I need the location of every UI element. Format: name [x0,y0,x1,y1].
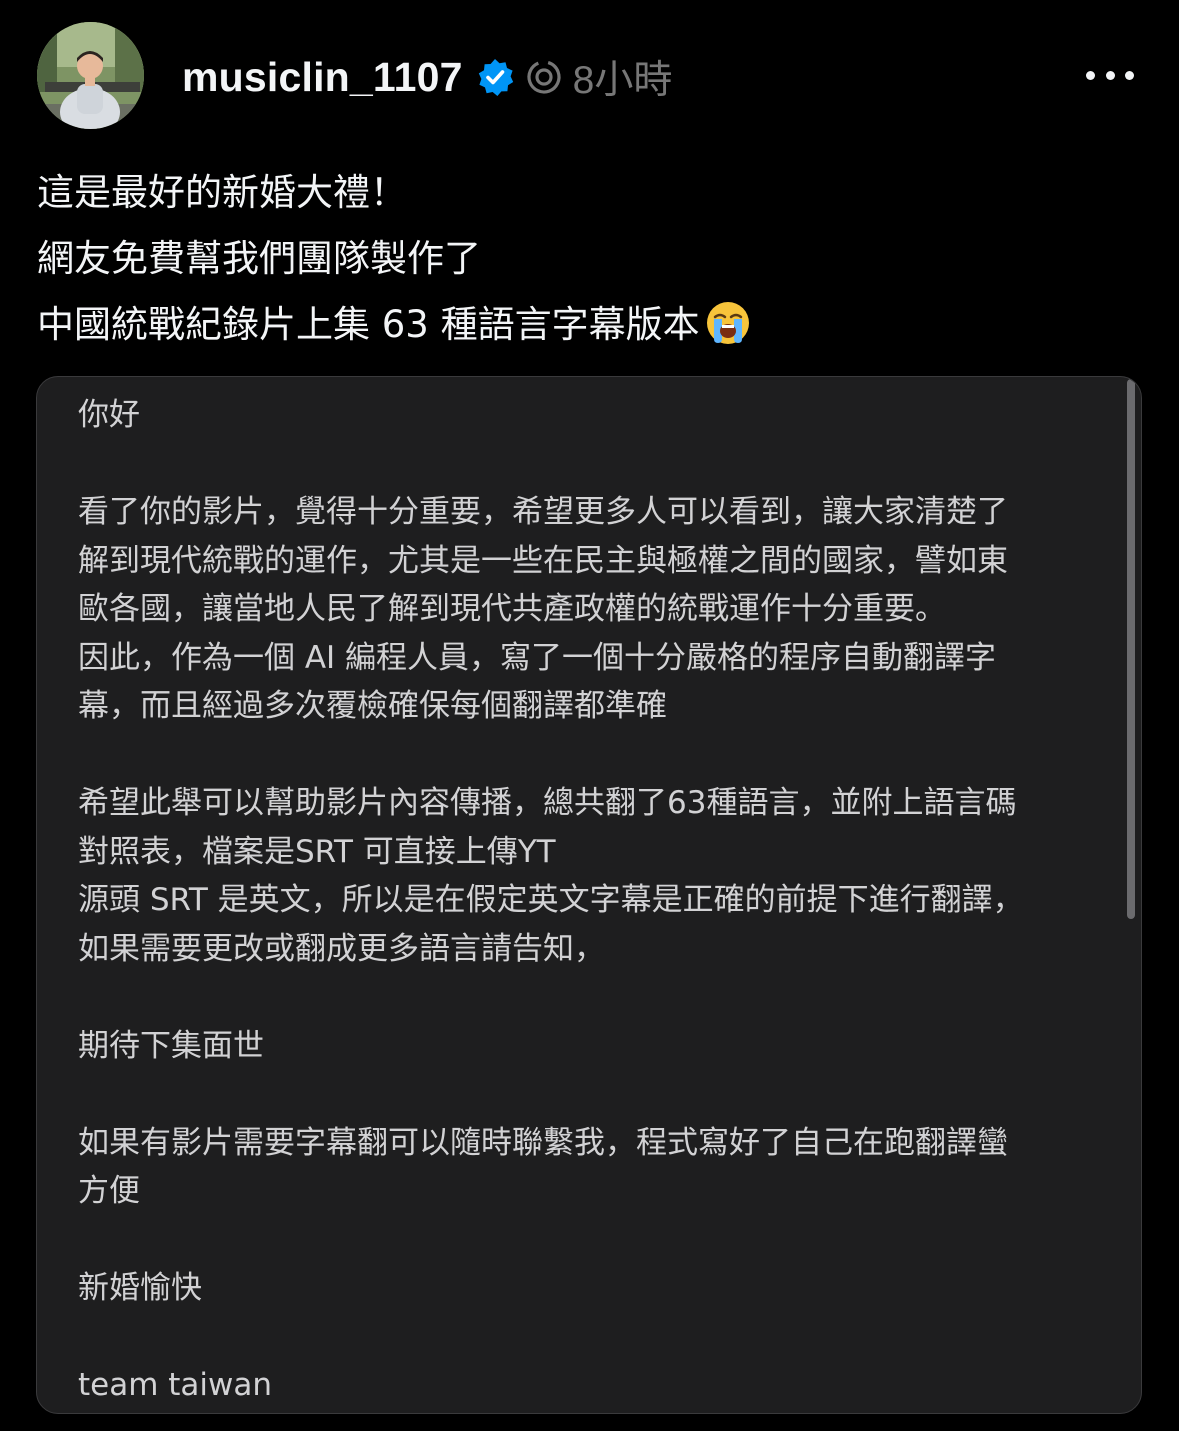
caption-line: 中國統戰紀錄片上集 63 種語言字幕版本 [37,292,1137,358]
letter-line: 因此，作為一個 AI 編程人員，寫了一個十分嚴格的程序自動翻譯字 [78,639,997,676]
verified-badge-icon [478,59,513,96]
letter-line: 希望此舉可以幫助影片內容傳播，總共翻了63種語言，並附上語言碼 [78,785,1017,821]
letter-line: 歐各國，讓當地人民了解到現代共產政權的統戰運作十分重要。 [78,591,946,627]
letter-line: 對照表，檔案是SRT 可直接上傳YT [78,833,556,870]
post-timestamp: 8小時 [572,59,673,102]
letter-line: 期待下集面世 [78,1027,264,1064]
letter-line: 解到現代統戰的運作，尤其是一些在民主與極權之間的國家，譬如東 [78,542,1008,579]
letter-line: 幕，而且經過多次覆檢確保每個翻譯都準確 [78,688,667,724]
letter-signoff: team taiwan [78,1367,273,1403]
more-options-icon[interactable] [1086,60,1134,90]
caption-line: 這是最好的新婚大禮！ [37,171,407,214]
scrollbar[interactable] [1127,379,1135,919]
letter-line: 如果需要更改或翻成更多語言請告知， [78,930,605,967]
letter-greeting: 你好 [78,397,140,433]
letter-line: 新婚愉快 [78,1270,202,1306]
loudly-crying-face-icon [706,302,749,344]
letter-text: 你好 看了你的影片，覺得十分重要，希望更多人可以看到，讓大家清楚了 解到現代統戰… [78,391,1108,1410]
caption-text: 中國統戰紀錄片上集 63 種語言字幕版本 [37,303,700,346]
post-caption: 這是最好的新婚大禮！ 網友免費幫我們團隊製作了 中國統戰紀錄片上集 63 種語言… [37,160,1137,358]
letter-line: 源頭 SRT 是英文，所以是在假定英文字幕是正確的前提下進行翻譯， [78,882,1024,918]
username[interactable]: musiclin_1107 [182,54,463,101]
letter-line: 看了你的影片，覺得十分重要，希望更多人可以看到，讓大家清楚了 [78,494,1008,530]
letter-image-card[interactable]: 你好 看了你的影片，覺得十分重要，希望更多人可以看到，讓大家清楚了 解到現代統戰… [36,376,1142,1414]
letter-line: 方便 [78,1173,140,1209]
profile-avatar[interactable] [37,22,144,129]
caption-line: 網友免費幫我們團隊製作了 [37,237,481,280]
threads-icon [527,60,561,94]
letter-line: 如果有影片需要字幕翻可以隨時聯繫我，程式寫好了自己在跑翻譯蠻 [78,1124,1008,1161]
